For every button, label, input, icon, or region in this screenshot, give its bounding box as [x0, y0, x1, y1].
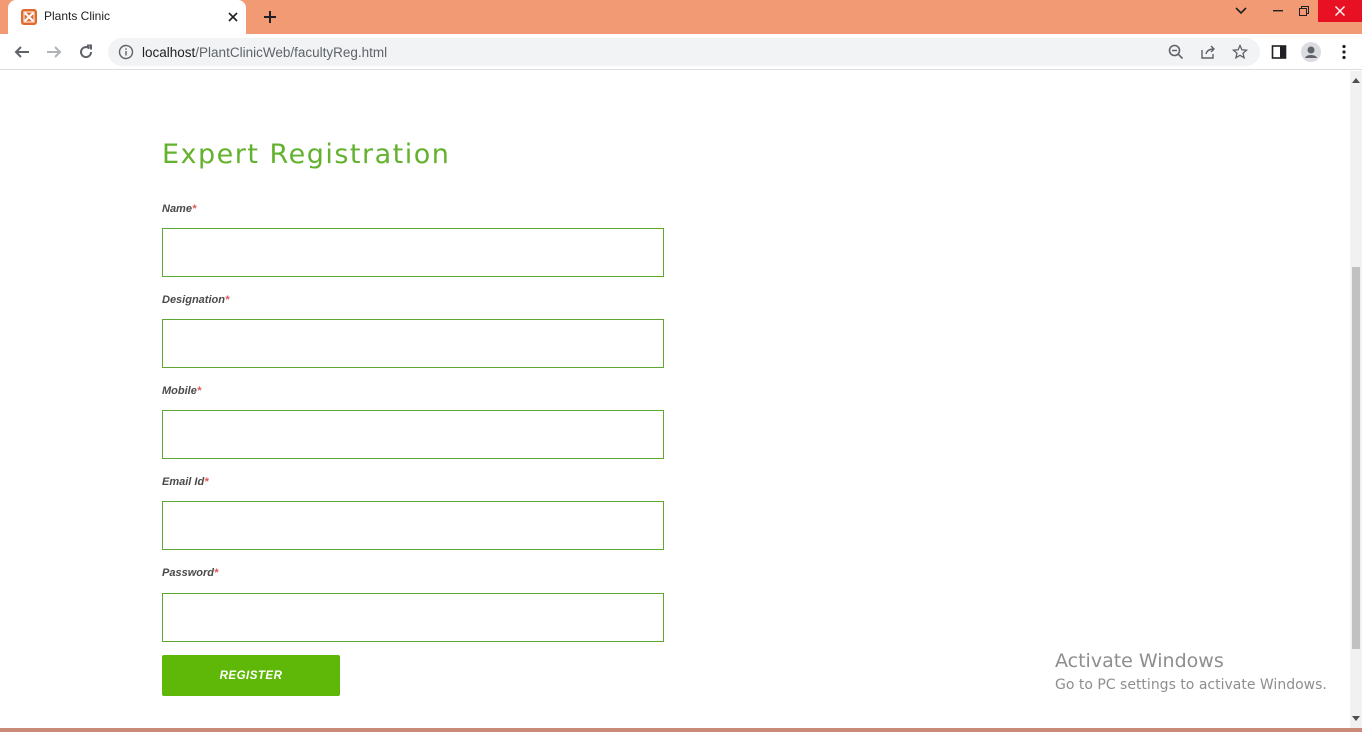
name-label-text: Name [162, 203, 192, 215]
email-label: Email Id* [162, 476, 208, 488]
designation-label: Designation* [162, 294, 229, 306]
share-icon[interactable] [1199, 43, 1217, 61]
reload-icon[interactable] [74, 40, 98, 64]
scroll-down-arrow-icon[interactable] [1352, 715, 1360, 723]
mobile-label: Mobile* [162, 385, 201, 397]
bookmark-star-icon[interactable] [1231, 43, 1249, 61]
activate-windows-subtitle: Go to PC settings to activate Windows. [1055, 677, 1327, 693]
name-label: Name* [162, 203, 196, 215]
url-host: localhost [142, 45, 196, 60]
required-marker: * [224, 294, 230, 306]
browser-tab-strip: Plants Clinic [0, 0, 1362, 34]
email-field[interactable] [162, 501, 664, 550]
designation-label-text: Designation [162, 294, 225, 306]
profile-avatar-icon[interactable] [1301, 42, 1321, 62]
side-panel-icon[interactable] [1269, 42, 1289, 62]
password-label-text: Password [162, 567, 214, 579]
tab-close-icon[interactable] [223, 7, 243, 27]
mobile-label-text: Mobile [162, 385, 197, 397]
more-menu-icon[interactable] [1334, 42, 1354, 62]
page-scrollbar[interactable] [1350, 71, 1362, 728]
password-label: Password* [162, 567, 218, 579]
scroll-up-arrow-icon[interactable] [1352, 76, 1360, 84]
required-marker: * [196, 385, 202, 397]
url-path: /PlantClinicWeb/facultyReg.html [195, 45, 388, 60]
activate-windows-title: Activate Windows [1055, 650, 1224, 672]
window-close-icon[interactable] [1318, 0, 1362, 22]
page-title: Expert Registration [162, 139, 451, 170]
tab-title: Plants Clinic [44, 9, 111, 23]
scrollbar-thumb[interactable] [1352, 267, 1360, 649]
required-marker: * [204, 476, 209, 488]
back-icon[interactable] [10, 40, 34, 64]
zoom-icon[interactable] [1167, 43, 1185, 61]
restore-icon[interactable] [1291, 0, 1317, 22]
required-marker: * [191, 203, 197, 215]
minimize-icon[interactable] [1265, 0, 1291, 22]
required-marker: * [213, 567, 219, 579]
tab-search-icon[interactable] [1228, 0, 1254, 22]
email-label-text: Email Id [162, 476, 205, 488]
taskbar-edge [0, 728, 1362, 732]
register-button[interactable]: REGISTER [162, 655, 340, 696]
forward-icon[interactable] [42, 40, 66, 64]
password-field[interactable] [162, 593, 664, 642]
site-info-icon[interactable] [118, 44, 134, 60]
browser-tab[interactable]: Plants Clinic [8, 0, 246, 34]
address-bar[interactable]: localhost/PlantClinicWeb/facultyReg.html [108, 38, 1260, 66]
url-text: localhost/PlantClinicWeb/facultyReg.html [142, 45, 387, 60]
new-tab-icon[interactable] [258, 6, 282, 28]
name-field[interactable] [162, 228, 664, 277]
designation-field[interactable] [162, 319, 664, 368]
mobile-field[interactable] [162, 410, 664, 459]
browser-toolbar: localhost/PlantClinicWeb/facultyReg.html [0, 34, 1362, 70]
page-viewport: Expert Registration Name* Designation* M… [0, 71, 1350, 728]
xampp-favicon-icon [21, 9, 37, 25]
